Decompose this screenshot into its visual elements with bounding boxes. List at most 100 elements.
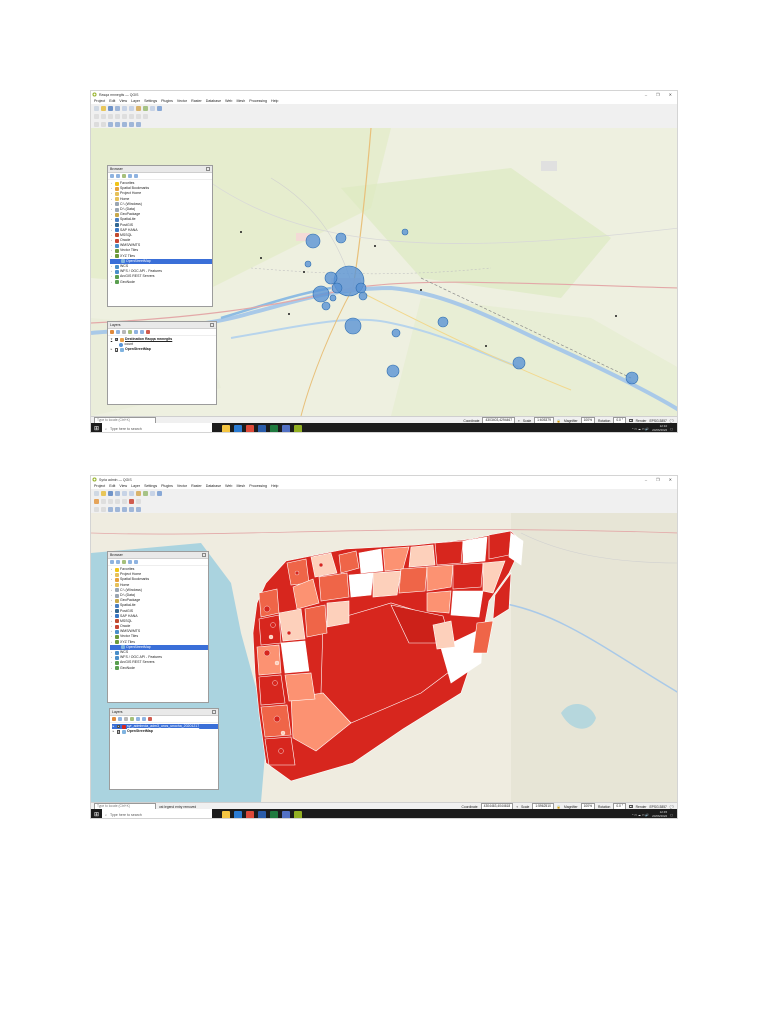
label-icon[interactable] — [94, 506, 99, 512]
crs-button[interactable]: EPSG:3857 — [649, 419, 666, 423]
render-checkbox[interactable] — [629, 418, 633, 423]
info-icon[interactable] — [134, 174, 138, 178]
tray-icons[interactable]: ^ ▭ ☁ ▭ 🔊 — [632, 427, 649, 431]
python-icon[interactable] — [136, 121, 141, 127]
layer-checkbox[interactable] — [114, 337, 118, 342]
undo-icon[interactable] — [136, 113, 141, 119]
menu-web[interactable]: Web — [225, 484, 232, 488]
extent-icon[interactable]: ⌖ — [516, 805, 518, 809]
menu-plugins[interactable]: Plugins — [161, 484, 173, 488]
teams-icon[interactable] — [282, 424, 290, 432]
open-project-icon[interactable] — [101, 105, 106, 111]
edit-icon[interactable] — [94, 498, 99, 504]
minimize-button[interactable]: – — [645, 92, 647, 97]
crs-button[interactable]: EPSG:3857 — [649, 805, 666, 809]
visibility-icon[interactable] — [124, 717, 128, 721]
tray-icons[interactable]: ^ ▭ ☁ ▭ 🔊 — [632, 813, 649, 817]
vertex-tool-icon[interactable] — [122, 113, 127, 119]
windows-start-icon[interactable]: ⊞ — [91, 423, 102, 432]
menu-view[interactable]: View — [119, 99, 127, 103]
add-layer-icon[interactable] — [116, 174, 120, 178]
select-icon[interactable] — [143, 105, 148, 111]
expand-arrow-icon[interactable]: › — [110, 254, 113, 259]
menu-settings[interactable]: Settings — [144, 99, 157, 103]
expand-arrow-icon[interactable]: ▸ — [112, 729, 115, 734]
attribute-table-icon[interactable] — [108, 506, 113, 512]
collapse-all-icon[interactable] — [128, 560, 132, 564]
info-icon[interactable] — [134, 560, 138, 564]
chrome-icon[interactable] — [246, 810, 254, 818]
menu-help[interactable]: Help — [271, 484, 278, 488]
edit-icon[interactable] — [94, 113, 99, 119]
close-panel-icon[interactable] — [206, 167, 210, 171]
label-pin-icon[interactable] — [101, 506, 106, 512]
collapse-arrow-icon[interactable]: ▾ — [110, 337, 113, 342]
menu-web[interactable]: Web — [225, 99, 232, 103]
refresh-icon[interactable] — [157, 105, 162, 111]
menu-plugins[interactable]: Plugins — [161, 99, 173, 103]
attribute-table-icon[interactable] — [108, 121, 113, 127]
toolbox-icon[interactable] — [129, 121, 134, 127]
close-button[interactable]: ✕ — [669, 92, 672, 97]
remove-layer-icon[interactable] — [148, 717, 152, 721]
move-feature-icon[interactable] — [115, 498, 120, 504]
layer-openstreetmap[interactable]: ▸ OpenStreetMap — [112, 729, 218, 734]
layer-openstreetmap[interactable]: ▸ OpenStreetMap — [110, 347, 216, 352]
filter-legend-icon[interactable] — [128, 330, 132, 334]
excel-icon[interactable] — [270, 810, 278, 818]
menu-settings[interactable]: Settings — [144, 484, 157, 488]
close-panel-icon[interactable] — [210, 323, 214, 327]
save-project-icon[interactable] — [108, 105, 113, 111]
mail-icon[interactable] — [234, 810, 242, 818]
visibility-icon[interactable] — [122, 330, 126, 334]
menu-vector[interactable]: Vector — [177, 99, 187, 103]
expand-arrow-icon[interactable]: › — [110, 640, 113, 645]
menu-edit[interactable]: Edit — [109, 99, 115, 103]
filter-icon[interactable] — [122, 560, 126, 564]
menu-project[interactable]: Project — [94, 99, 105, 103]
word-icon[interactable] — [258, 810, 266, 818]
save-edits-icon[interactable] — [101, 113, 106, 119]
zoom-out-icon[interactable] — [129, 105, 134, 111]
label-pin-icon[interactable] — [101, 121, 106, 127]
expand-arrow-icon[interactable]: › — [110, 666, 113, 671]
excel-icon[interactable] — [270, 424, 278, 432]
extent-icon[interactable]: ⌖ — [518, 419, 520, 423]
maximize-button[interactable]: ❐ — [656, 477, 660, 482]
close-button[interactable]: ✕ — [669, 477, 672, 482]
add-layer-icon[interactable] — [116, 560, 120, 564]
field-calculator-icon[interactable] — [115, 506, 120, 512]
collapse-all-icon[interactable] — [128, 174, 132, 178]
qgis-taskbar-icon[interactable] — [294, 810, 302, 818]
browser-item[interactable]: › GeoNode — [110, 280, 212, 285]
layer-checkbox[interactable] — [114, 348, 118, 352]
menu-processing[interactable]: Processing — [249, 99, 267, 103]
measure-icon[interactable] — [150, 490, 155, 496]
save-project-icon[interactable] — [108, 490, 113, 496]
clock[interactable]: 12:10 20/06/2022 — [652, 424, 667, 432]
mail-icon[interactable] — [234, 424, 242, 432]
pan-icon[interactable] — [115, 105, 120, 111]
collapse-all-icon[interactable] — [142, 717, 146, 721]
maximize-button[interactable]: ❐ — [656, 92, 660, 97]
menu-edit[interactable]: Edit — [109, 484, 115, 488]
new-project-icon[interactable] — [94, 105, 99, 111]
menu-project[interactable]: Project — [94, 484, 105, 488]
teams-icon[interactable] — [282, 810, 290, 818]
taskbar-search[interactable]: ⌕ Type here to search — [102, 809, 212, 818]
menu-processing[interactable]: Processing — [249, 484, 267, 488]
menu-database[interactable]: Database — [206, 484, 221, 488]
expand-arrow-icon[interactable]: › — [110, 280, 113, 285]
zoom-out-icon[interactable] — [129, 490, 134, 496]
identify-icon[interactable] — [136, 490, 141, 496]
vertex-tool-icon[interactable] — [122, 498, 127, 504]
minimize-button[interactable]: – — [645, 477, 647, 482]
refresh-icon[interactable] — [157, 490, 162, 496]
expand-all-icon[interactable] — [136, 717, 140, 721]
layer-checkbox[interactable] — [116, 724, 120, 729]
style-manager-icon[interactable] — [112, 717, 116, 721]
add-feature-icon[interactable] — [108, 113, 113, 119]
render-checkbox[interactable] — [629, 804, 633, 809]
remove-layer-icon[interactable] — [146, 330, 150, 334]
add-feature-icon[interactable] — [108, 498, 113, 504]
